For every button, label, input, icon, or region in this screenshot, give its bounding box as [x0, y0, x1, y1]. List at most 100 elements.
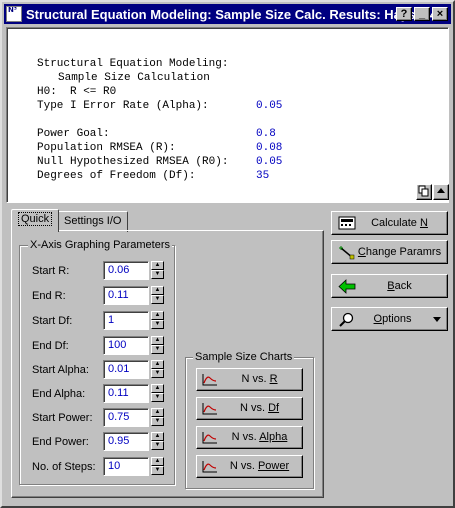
change-params-label: Change Paramrs	[357, 246, 442, 258]
calculator-icon	[338, 216, 356, 230]
result-value-df: 35	[256, 170, 270, 182]
spin-up-icon[interactable]: ▲	[151, 384, 164, 393]
end-df-input[interactable]: 100	[103, 336, 149, 355]
n-vs-df-label: N vs. Df	[239, 402, 280, 414]
spin-down-icon[interactable]: ▼	[151, 295, 164, 304]
calculate-n-label: Calculate N	[371, 217, 428, 229]
start-r-label: Start R:	[32, 265, 70, 277]
spin-down-icon[interactable]: ▼	[151, 417, 164, 426]
result-label-alpha: Type I Error Rate (Alpha):	[37, 100, 209, 112]
calculate-n-button[interactable]: Calculate N	[331, 211, 448, 235]
end-r-label: End R:	[32, 290, 66, 302]
end-alpha-spinner[interactable]: ▲ ▼	[151, 384, 164, 403]
num-steps-label: No. of Steps:	[32, 461, 96, 473]
start-power-input[interactable]: 0.75	[103, 408, 149, 427]
results-h0: H0: R <= R0	[37, 86, 117, 98]
results-heading-2: Sample Size Calculation	[58, 72, 210, 84]
line-chart-icon	[202, 374, 217, 386]
options-label: Options	[373, 313, 412, 325]
n-vs-r-label: N vs. R	[241, 373, 278, 385]
n-vs-df-button[interactable]: N vs. Df	[196, 397, 303, 420]
back-label: Back	[387, 280, 412, 292]
wand-icon	[339, 246, 355, 260]
spin-down-icon[interactable]: ▼	[151, 441, 164, 450]
spin-down-icon[interactable]: ▼	[151, 466, 164, 475]
tab-settings-io-label: Settings I/O	[64, 215, 122, 227]
end-df-spinner[interactable]: ▲ ▼	[151, 336, 164, 355]
spin-down-icon[interactable]: ▼	[151, 320, 164, 329]
scroll-up-button[interactable]	[433, 184, 449, 200]
sample-size-charts-title: Sample Size Charts	[193, 351, 295, 363]
spin-up-icon[interactable]: ▲	[151, 432, 164, 441]
end-df-label: End Df:	[32, 340, 69, 352]
magnifier-icon	[339, 312, 354, 327]
start-power-spinner[interactable]: ▲ ▼	[151, 408, 164, 427]
end-alpha-input[interactable]: 0.11	[103, 384, 149, 403]
start-power-label: Start Power:	[32, 412, 93, 424]
results-heading-1: Structural Equation Modeling:	[37, 58, 229, 70]
title-bar[interactable]: N³ Structural Equation Modeling: Sample …	[4, 4, 451, 24]
triangle-up-icon	[437, 188, 445, 193]
line-chart-icon	[202, 432, 217, 444]
result-label-null-rmsea: Null Hypothesized RMSEA (R0):	[37, 156, 229, 168]
tab-quick-label: Quick	[18, 212, 53, 226]
result-label-df: Degrees of Freedom (Df):	[37, 170, 196, 182]
dropdown-arrow-icon	[433, 317, 441, 322]
start-df-input[interactable]: 1	[103, 311, 149, 330]
n-vs-power-button[interactable]: N vs. Power	[196, 455, 303, 478]
start-alpha-input[interactable]: 0.01	[103, 360, 149, 379]
spin-up-icon[interactable]: ▲	[151, 261, 164, 270]
n-vs-alpha-label: N vs. Alpha	[231, 431, 288, 443]
start-df-label: Start Df:	[32, 315, 73, 327]
minimize-button[interactable]: _	[414, 7, 430, 21]
options-button[interactable]: Options	[331, 307, 448, 331]
spin-up-icon[interactable]: ▲	[151, 311, 164, 320]
spin-down-icon[interactable]: ▼	[151, 369, 164, 378]
result-value-alpha: 0.05	[256, 100, 283, 112]
start-r-spinner[interactable]: ▲ ▼	[151, 261, 164, 280]
line-chart-icon	[202, 403, 217, 415]
result-label-power-goal: Power Goal:	[37, 128, 110, 140]
start-r-input[interactable]: 0.06	[103, 261, 149, 280]
close-button[interactable]: ×	[432, 7, 448, 21]
result-value-power-goal: 0.8	[256, 128, 276, 140]
spin-down-icon[interactable]: ▼	[151, 393, 164, 402]
n-vs-alpha-button[interactable]: N vs. Alpha	[196, 426, 303, 449]
results-text-pane[interactable]: Structural Equation Modeling: Sample Siz…	[6, 27, 449, 203]
copy-icon	[418, 185, 429, 197]
help-button[interactable]: ?	[396, 7, 412, 21]
back-arrow-icon	[338, 279, 356, 294]
spin-up-icon[interactable]: ▲	[151, 286, 164, 295]
result-value-population-rmsea: 0.08	[256, 142, 283, 154]
num-steps-input[interactable]: 10	[103, 457, 149, 476]
start-alpha-spinner[interactable]: ▲ ▼	[151, 360, 164, 379]
spin-down-icon[interactable]: ▼	[151, 345, 164, 354]
result-value-null-rmsea: 0.05	[256, 156, 283, 168]
n-vs-power-label: N vs. Power	[229, 460, 290, 472]
tab-quick[interactable]: Quick	[11, 209, 60, 232]
num-steps-spinner[interactable]: ▲ ▼	[151, 457, 164, 476]
xaxis-parameters-title: X-Axis Graphing Parameters	[28, 239, 172, 251]
app-icon[interactable]: N³	[6, 6, 22, 22]
end-power-input[interactable]: 0.95	[103, 432, 149, 451]
spin-up-icon[interactable]: ▲	[151, 457, 164, 466]
line-chart-icon	[202, 461, 217, 473]
back-button[interactable]: Back	[331, 274, 448, 298]
end-power-spinner[interactable]: ▲ ▼	[151, 432, 164, 451]
spin-up-icon[interactable]: ▲	[151, 336, 164, 345]
spin-down-icon[interactable]: ▼	[151, 270, 164, 279]
end-r-spinner[interactable]: ▲ ▼	[151, 286, 164, 305]
tab-settings-io[interactable]: Settings I/O	[57, 211, 129, 232]
end-alpha-label: End Alpha:	[32, 388, 86, 400]
result-label-population-rmsea: Population RMSEA (R):	[37, 142, 176, 154]
change-params-button[interactable]: Change Paramrs	[331, 240, 448, 264]
copy-results-button[interactable]	[416, 184, 432, 200]
start-alpha-label: Start Alpha:	[32, 364, 89, 376]
spin-up-icon[interactable]: ▲	[151, 408, 164, 417]
end-power-label: End Power:	[32, 436, 89, 448]
n-vs-r-button[interactable]: N vs. R	[196, 368, 303, 391]
sample-size-results-window: N³ Structural Equation Modeling: Sample …	[0, 0, 455, 508]
start-df-spinner[interactable]: ▲ ▼	[151, 311, 164, 330]
spin-up-icon[interactable]: ▲	[151, 360, 164, 369]
end-r-input[interactable]: 0.11	[103, 286, 149, 305]
